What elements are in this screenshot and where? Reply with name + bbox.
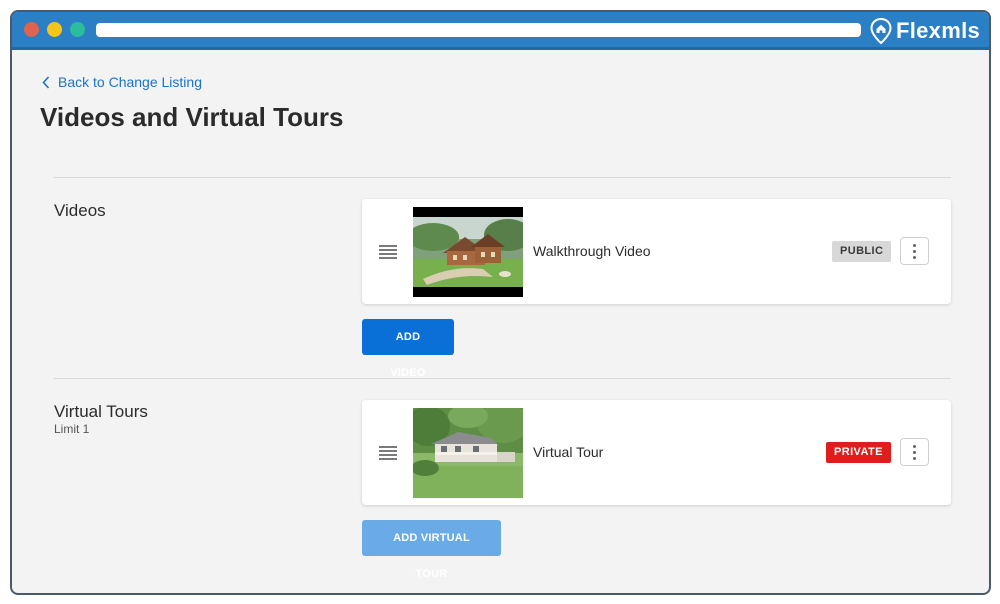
chevron-left-icon	[42, 75, 50, 89]
virtual-tour-item-card: Virtual Tour PRIVATE	[362, 400, 951, 505]
back-link-label: Back to Change Listing	[58, 74, 202, 90]
drag-handle-icon[interactable]	[379, 245, 397, 259]
maximize-window-dot[interactable]	[70, 22, 85, 37]
virtual-tours-section-title: Virtual Tours	[54, 402, 148, 421]
back-to-change-listing-link[interactable]: Back to Change Listing	[42, 74, 202, 90]
browser-window: Flexmls Back to Change Listing Videos an…	[10, 10, 991, 595]
more-options-icon[interactable]	[900, 438, 929, 466]
close-window-dot[interactable]	[24, 22, 39, 37]
brand-name: Flexmls	[896, 18, 981, 43]
video-title: Walkthrough Video	[533, 243, 651, 259]
private-status-badge: PRIVATE	[826, 442, 891, 463]
home-pin-icon	[870, 18, 892, 44]
video-item-card: Walkthrough Video PUBLIC	[362, 199, 951, 304]
videos-section-title: Videos	[54, 201, 106, 220]
virtual-tour-title: Virtual Tour	[533, 444, 604, 460]
video-thumbnail[interactable]	[413, 207, 523, 297]
more-options-icon[interactable]	[900, 237, 929, 265]
browser-titlebar: Flexmls	[12, 12, 989, 50]
address-bar[interactable]	[96, 23, 861, 37]
add-video-button[interactable]: ADD VIDEO	[362, 319, 454, 379]
page-title: Videos and Virtual Tours	[40, 102, 344, 132]
add-virtual-tour-button[interactable]: ADD VIRTUAL TOUR	[362, 520, 501, 580]
virtual-tour-thumbnail[interactable]	[413, 408, 523, 498]
section-divider	[54, 378, 951, 379]
minimize-window-dot[interactable]	[47, 22, 62, 37]
brand-logo: Flexmls	[870, 16, 980, 46]
drag-handle-icon[interactable]	[379, 446, 397, 460]
virtual-tours-limit-text: Limit 1	[54, 422, 90, 436]
public-status-badge: PUBLIC	[832, 241, 892, 262]
section-divider	[54, 177, 951, 178]
